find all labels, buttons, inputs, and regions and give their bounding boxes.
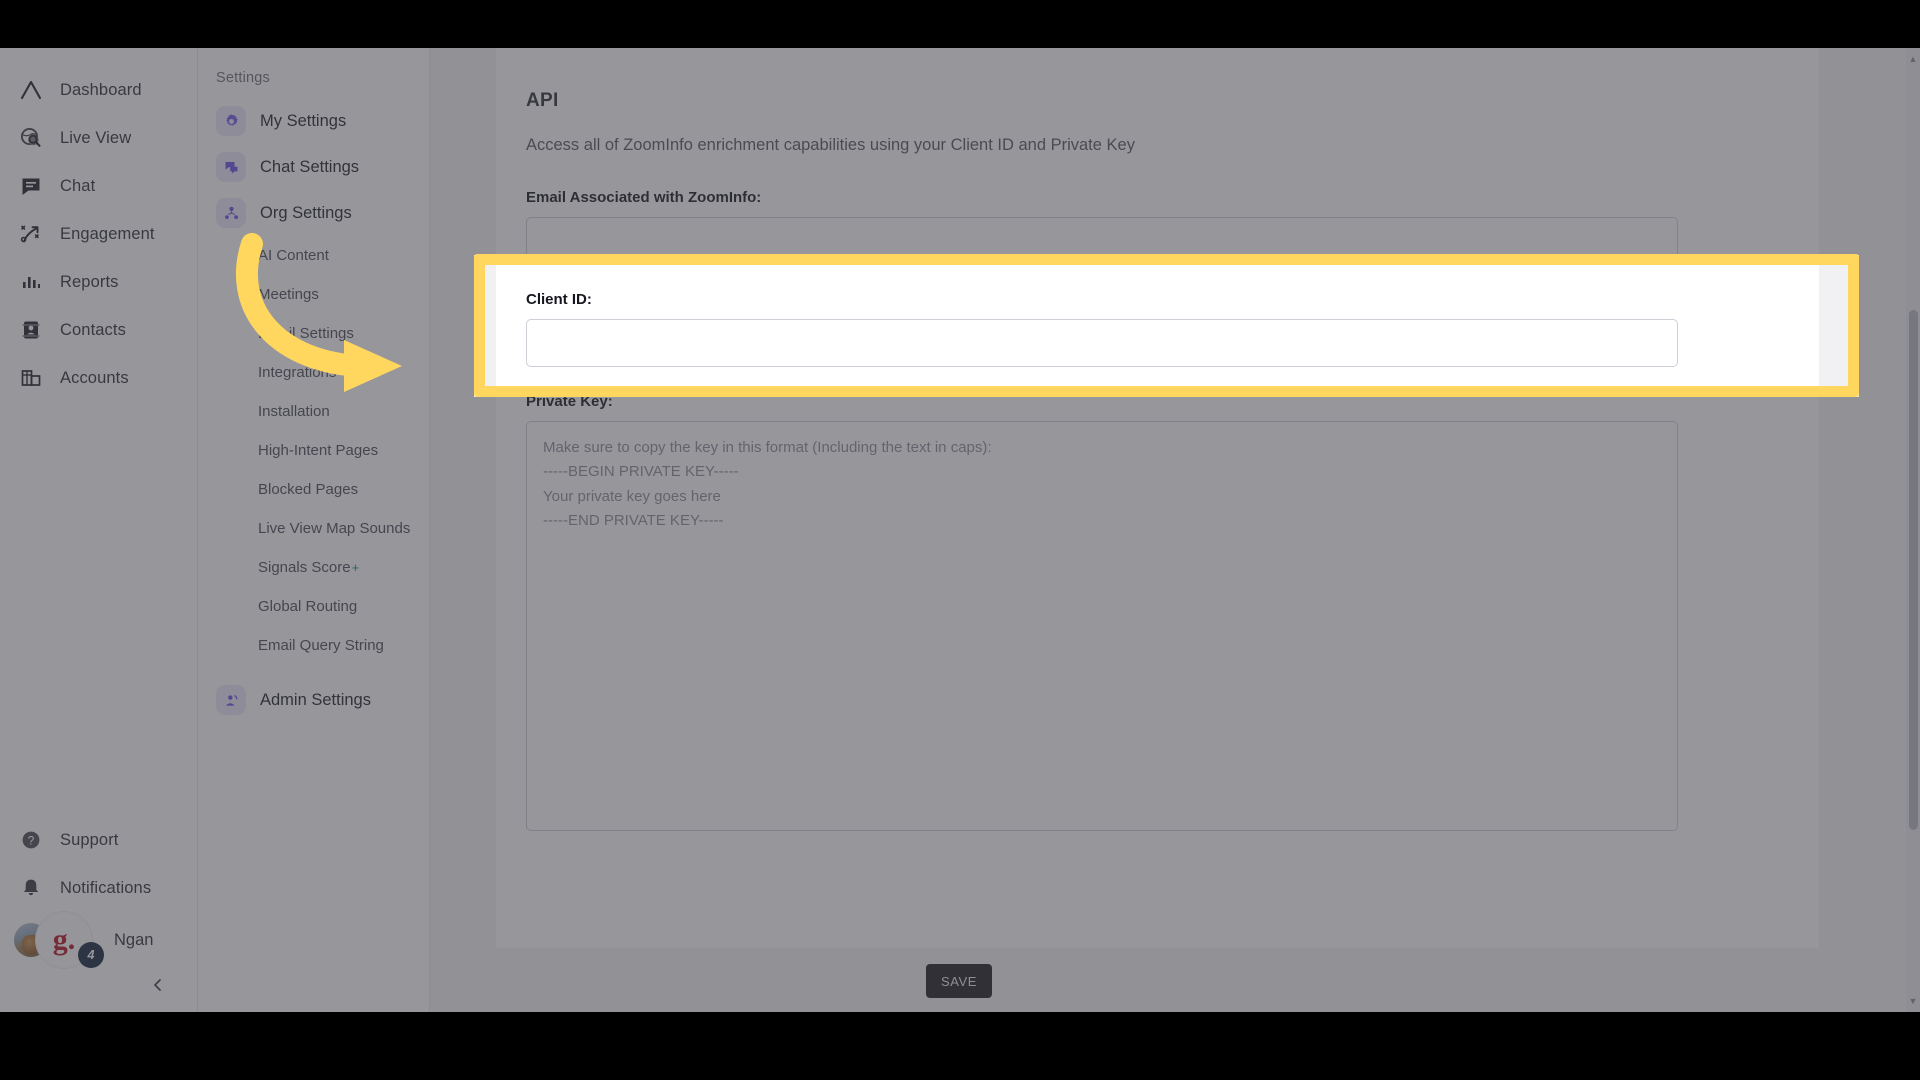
sidebar-item-label: Email Query String	[258, 637, 384, 654]
sidebar-item-label: Org Settings	[260, 203, 352, 222]
sidebar-item-high-intent-pages[interactable]: High-Intent Pages	[198, 431, 429, 470]
email-field-label: Email Associated with ZoomInfo:	[526, 189, 762, 206]
sidebar-item-label: High-Intent Pages	[258, 442, 379, 459]
field-spacer	[526, 367, 1789, 393]
scrollbar-thumb[interactable]	[1909, 310, 1918, 830]
sidebar-item-label: Integrations	[258, 364, 337, 381]
sidebar-item-label: Meetings	[258, 286, 319, 303]
chevron-left-icon[interactable]	[147, 974, 169, 996]
save-button[interactable]: SAVE	[926, 964, 992, 998]
sidebar-item-my-settings[interactable]: My Settings	[198, 98, 429, 144]
org-people-icon	[216, 198, 246, 228]
sidebar-item-label: Email Settings	[258, 325, 354, 342]
help-circle-icon: ?	[18, 827, 44, 853]
api-settings-card: API Access all of ZoomInfo enrichment ca…	[496, 48, 1819, 948]
client-id-field[interactable]	[526, 319, 1678, 367]
sidebar-item-dashboard[interactable]: Dashboard	[0, 66, 197, 114]
admin-person-icon	[216, 685, 246, 715]
screenshot-root: Dashboard Live View Chat Engagement Repo…	[0, 0, 1920, 1080]
sidebar-item-notifications[interactable]: Notifications	[0, 864, 197, 912]
email-field[interactable]	[526, 217, 1678, 265]
collapse-sidebar-row	[0, 974, 197, 996]
private-key-field-label: Private Key:	[526, 393, 613, 410]
live-view-icon	[18, 125, 44, 151]
sidebar-item-email-query-string[interactable]: Email Query String	[198, 626, 429, 665]
sidebar-item-signals-score[interactable]: Signals Score +	[198, 548, 429, 587]
sidebar-item-label: Support	[60, 830, 119, 849]
sidebar-item-label: Reports	[60, 272, 119, 291]
sidebar-item-installation[interactable]: Installation	[198, 392, 429, 431]
main-content-area: API Access all of ZoomInfo enrichment ca…	[430, 48, 1920, 1012]
sidebar-item-global-routing[interactable]: Global Routing	[198, 587, 429, 626]
sidebar-item-integrations[interactable]: Integrations	[198, 353, 429, 392]
sidebar-item-label: Signals Score	[258, 559, 351, 576]
letterbox-bottom	[0, 1012, 1920, 1080]
chat-icon	[18, 173, 44, 199]
dashboard-icon	[18, 77, 44, 103]
sidebar-item-accounts[interactable]: Accounts	[0, 354, 197, 402]
sidebar-item-blocked-pages[interactable]: Blocked Pages	[198, 470, 429, 509]
user-account-row[interactable]: g. 4 Ngan	[0, 912, 197, 968]
sidebar-item-label: Live View Map Sounds	[258, 520, 411, 537]
sidebar-item-label: AI Content	[258, 247, 329, 264]
sidebar-item-label: Chat Settings	[260, 157, 360, 176]
primary-sidebar-bottom-group: ? Support Notifications g. 4 Ngan	[0, 816, 197, 996]
bell-icon	[18, 875, 44, 901]
sidebar-item-label: Live View	[60, 128, 132, 147]
sidebar-item-ai-content[interactable]: AI Content	[198, 236, 429, 275]
sidebar-item-label: Global Routing	[258, 598, 358, 615]
sidebar-item-support[interactable]: ? Support	[0, 816, 197, 864]
sidebar-item-org-settings[interactable]: Org Settings	[198, 190, 429, 236]
api-settings-card-body: API Access all of ZoomInfo enrichment ca…	[496, 48, 1819, 836]
sidebar-item-meetings[interactable]: Meetings	[198, 275, 429, 314]
page-title: API	[526, 90, 559, 111]
sidebar-item-label: Blocked Pages	[258, 481, 359, 498]
settings-sidebar: Settings My Settings Chat Settings Org S…	[198, 48, 430, 1012]
chat-bubbles-icon	[216, 152, 246, 182]
sidebar-item-label: Engagement	[60, 224, 155, 243]
user-name: Ngan	[114, 930, 154, 949]
application-window: Dashboard Live View Chat Engagement Repo…	[0, 48, 1920, 1012]
sidebar-item-chat[interactable]: Chat	[0, 162, 197, 210]
sidebar-item-live-view-map-sounds[interactable]: Live View Map Sounds	[198, 509, 429, 548]
client-id-field-label: Client ID:	[526, 291, 592, 308]
sidebar-item-label: My Settings	[260, 111, 347, 130]
sidebar-item-chat-settings[interactable]: Chat Settings	[198, 144, 429, 190]
sidebar-item-label: Admin Settings	[260, 690, 371, 709]
engagement-icon	[18, 221, 44, 247]
sidebar-item-email-settings[interactable]: Email Settings	[198, 314, 429, 353]
letterbox-top	[0, 0, 1920, 48]
premium-plus-marker: +	[351, 560, 360, 575]
field-spacer	[526, 265, 1789, 291]
gear-icon	[216, 106, 246, 136]
notification-badge: 4	[78, 942, 104, 968]
vertical-scrollbar[interactable]: ▲ ▼	[1906, 48, 1920, 1012]
sidebar-item-live-view[interactable]: Live View	[0, 114, 197, 162]
sidebar-item-label: Notifications	[60, 878, 152, 897]
sidebar-item-label: Accounts	[60, 368, 129, 387]
accounts-icon	[18, 365, 44, 391]
sidebar-item-label: Dashboard	[60, 80, 142, 99]
api-description: Access all of ZoomInfo enrichment capabi…	[526, 136, 1135, 154]
scroll-down-arrow-icon[interactable]: ▼	[1908, 994, 1918, 1008]
primary-sidebar-top-group: Dashboard Live View Chat Engagement Repo…	[0, 66, 197, 402]
sidebar-item-engagement[interactable]: Engagement	[0, 210, 197, 258]
reports-icon	[18, 269, 44, 295]
settings-sidebar-title: Settings	[216, 70, 270, 86]
primary-sidebar: Dashboard Live View Chat Engagement Repo…	[0, 48, 198, 1012]
scroll-up-arrow-icon[interactable]: ▲	[1908, 52, 1918, 66]
sidebar-item-reports[interactable]: Reports	[0, 258, 197, 306]
svg-text:?: ?	[28, 834, 35, 848]
sidebar-item-admin-settings[interactable]: Admin Settings	[198, 677, 429, 723]
sidebar-item-contacts[interactable]: Contacts	[0, 306, 197, 354]
private-key-field[interactable]	[526, 421, 1678, 831]
sidebar-item-label: Contacts	[60, 320, 126, 339]
sidebar-item-label: Installation	[258, 403, 330, 420]
sidebar-item-label: Chat	[60, 176, 96, 195]
contacts-icon	[18, 317, 44, 343]
